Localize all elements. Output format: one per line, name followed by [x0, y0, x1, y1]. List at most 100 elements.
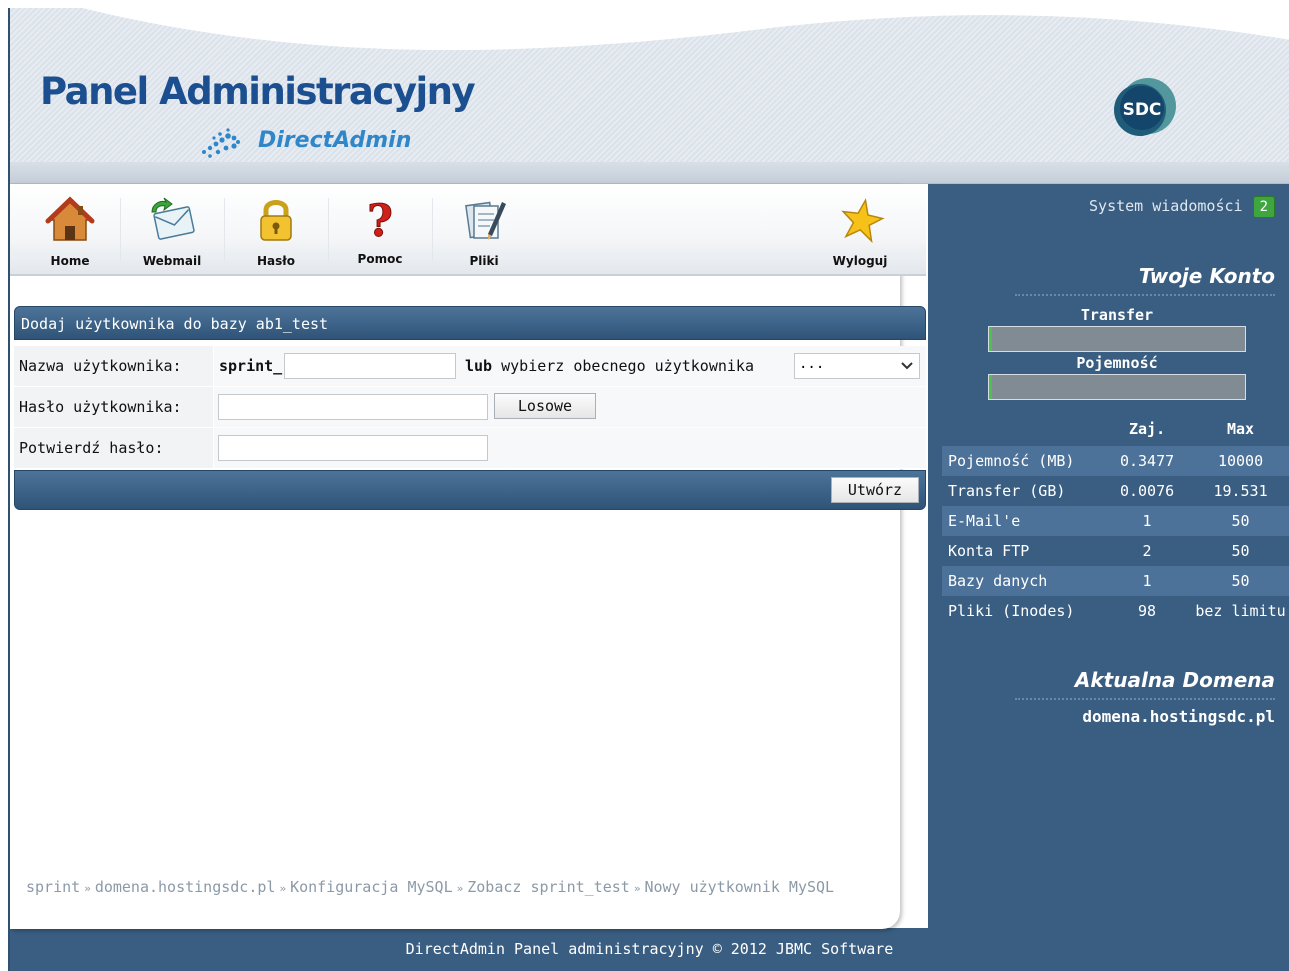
breadcrumb-item[interactable]: Konfiguracja MySQL [290, 878, 453, 896]
stats-header-row: Zaj. Max [942, 412, 1289, 446]
current-domain: domena.hostingsdc.pl [1082, 707, 1275, 726]
files-icon [465, 201, 506, 240]
breadcrumb: sprint» domena.hostingsdc.pl» Konfiguracja… [26, 878, 834, 896]
stats-used-cell: 0.0076 [1119, 482, 1175, 500]
breadcrumb-separator-icon: » [279, 882, 287, 895]
capacity-progress-bar [988, 374, 1246, 400]
domain-section-title: Aktualna Domena [1015, 668, 1275, 700]
breadcrumb-item[interactable]: domena.hostingsdc.pl [95, 878, 276, 896]
stats-name-cell: Pliki (Inodes) [948, 602, 1075, 620]
system-messages-label: System wiadomości [1089, 197, 1243, 215]
confirm-password-label: Potwierdź hasło: [14, 428, 213, 468]
lock-icon [260, 200, 292, 241]
toolbar-logout-button[interactable]: Wyloguj [810, 184, 910, 274]
stats-name-cell: Transfer (GB) [948, 482, 1066, 500]
toolbar-home-button[interactable]: Home [20, 184, 120, 274]
toolbar-password-button[interactable]: Hasło [226, 184, 326, 274]
or-select-existing-label: lub wybierz obecnego użytkownika [465, 346, 754, 386]
stats-max-cell: 19.531 [1213, 482, 1268, 500]
house-icon [45, 196, 95, 241]
username-value-cell: sprint_ lub wybierz obecnego użytkownika… [214, 346, 926, 386]
breadcrumb-separator-icon: » [456, 882, 464, 895]
create-button[interactable]: Utwórz [831, 477, 919, 503]
existing-user-select-value: ... [799, 356, 825, 372]
stats-used-cell: 1 [1106, 566, 1189, 596]
username-input[interactable] [284, 353, 456, 379]
password-label: Hasło użytkownika: [14, 387, 213, 427]
random-password-button[interactable]: Losowe [494, 393, 596, 419]
toolbar-home-label: Home [50, 254, 90, 268]
toolbar: Home Webmail Hasło ? Pomoc Pliki Wyloguj [10, 184, 926, 276]
sdc-logo: SDC [1114, 78, 1176, 136]
star-icon [841, 198, 885, 244]
stats-used-cell: 2 [1142, 542, 1152, 560]
toolbar-logout-label: Wyloguj [832, 254, 888, 268]
account-stats-table: Zaj. Max Pojemność (MB) 0.3477 10000 Transf… [942, 412, 1289, 626]
toolbar-help-label: Pomoc [357, 252, 403, 266]
stats-max-cell: 50 [1231, 542, 1250, 560]
stats-row: Pliki (Inodes) 98 bez limitu [942, 596, 1289, 626]
capacity-progress-fill [989, 375, 992, 399]
breadcrumb-separator-icon: » [633, 882, 641, 895]
stats-name-cell: Pojemność (MB) [942, 446, 1107, 476]
breadcrumb-separator-icon: » [84, 882, 91, 895]
header-stripe [10, 162, 1289, 184]
stats-row: Transfer (GB) 0.0076 19.531 [942, 476, 1289, 506]
form-footer: Utwórz [14, 470, 926, 510]
stats-used-cell: 98 [1138, 602, 1157, 620]
form-header: Dodaj użytkownika do bazy ab1_test [14, 306, 926, 340]
toolbar-files-button[interactable]: Pliki [434, 184, 534, 274]
transfer-progress-bar [988, 326, 1246, 352]
username-prefix: sprint_ [219, 357, 283, 375]
toolbar-separator [432, 198, 433, 262]
stats-header-name [942, 412, 1106, 446]
account-section-title: Twoje Konto [1015, 264, 1275, 296]
breadcrumb-item[interactable]: sprint [26, 878, 80, 896]
breadcrumb-item-current: Nowy użytkownik MySQL [644, 878, 835, 896]
footer-copyright: DirectAdmin Panel administracyjny © 2012… [405, 940, 894, 958]
breadcrumb-item[interactable]: Zobacz sprint_test [467, 878, 630, 896]
stats-row: Konta FTP 2 50 [942, 536, 1289, 566]
stats-used-cell: 0.3477 [1106, 446, 1189, 476]
password-value-cell: Losowe [214, 387, 926, 427]
toolbar-webmail-label: Webmail [142, 254, 202, 268]
chevron-down-icon [901, 362, 913, 370]
stats-used-cell: 1 [1106, 506, 1189, 536]
password-input[interactable] [218, 394, 488, 420]
svg-text:?: ? [367, 196, 393, 246]
stats-max-cell: 50 [1188, 566, 1289, 596]
stats-name-cell: Konta FTP [948, 542, 1030, 560]
system-messages-link[interactable]: System wiadomości 2 [1089, 196, 1275, 218]
toolbar-separator [328, 198, 329, 262]
password-row: Hasło użytkownika: Losowe [14, 387, 926, 428]
sdc-logo-text: SDC [1123, 100, 1162, 120]
confirm-password-input[interactable] [218, 435, 488, 461]
system-messages-count-badge: 2 [1252, 196, 1275, 218]
header-wave-decoration [82, 8, 1289, 51]
stats-max-cell: bez limitu [1195, 602, 1286, 620]
stats-row: Bazy danych 1 50 [942, 566, 1289, 596]
username-label: Nazwa użytkownika: [14, 346, 213, 386]
stats-max-cell: 50 [1188, 506, 1289, 536]
confirm-password-row: Potwierdź hasło: [14, 428, 926, 469]
stats-row: Pojemność (MB) 0.3477 10000 [942, 446, 1289, 476]
stats-header-used: Zaj. [1128, 420, 1166, 438]
main-content-panel: Home Webmail Hasło ? Pomoc Pliki Wyloguj… [10, 184, 926, 929]
transfer-label: Transfer [1080, 306, 1154, 324]
stats-row: E-Mail'e 1 50 [942, 506, 1289, 536]
capacity-label: Pojemność [1076, 354, 1158, 372]
toolbar-webmail-button[interactable]: Webmail [122, 184, 222, 274]
header: Panel Administracyjny DirectAdmin SDC [10, 8, 1289, 184]
stats-name-cell: E-Mail'e [942, 506, 1107, 536]
stats-header-max: Max [1226, 420, 1255, 438]
toolbar-help-button[interactable]: ? Pomoc [330, 184, 430, 274]
confirm-password-value-cell [214, 428, 926, 468]
page-title: Panel Administracyjny [40, 70, 476, 113]
toolbar-files-label: Pliki [469, 254, 499, 268]
account-sidebar: System wiadomości 2 Twoje Konto Transfer … [928, 184, 1289, 971]
logo-subtitle: DirectAdmin [258, 128, 412, 153]
existing-user-select[interactable]: ... [794, 353, 920, 379]
or-text-label: wybierz obecnego użytkownika [492, 357, 754, 375]
toolbar-separator [120, 198, 121, 262]
mail-icon [151, 197, 195, 240]
